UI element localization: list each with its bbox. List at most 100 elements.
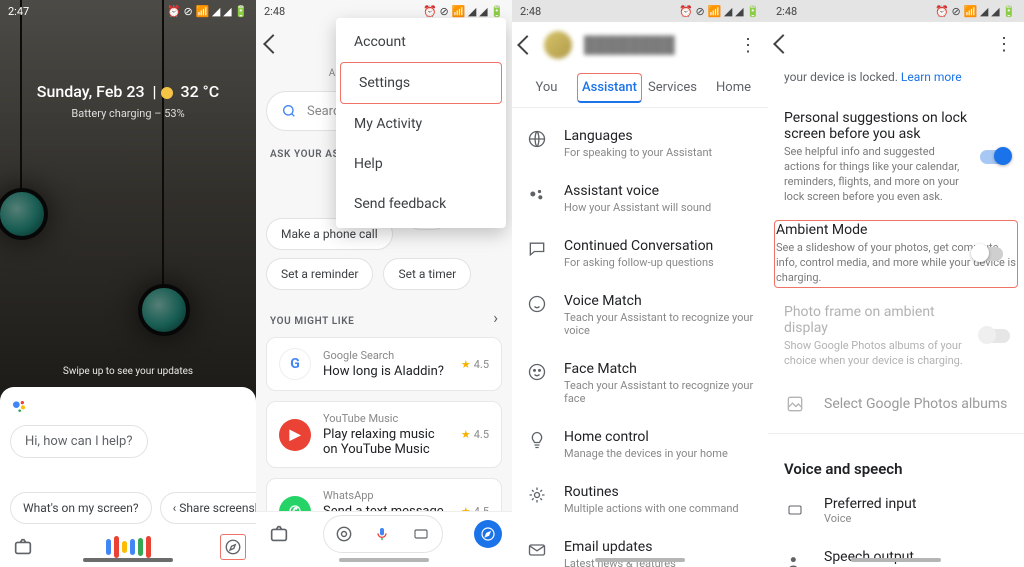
row-subtitle: Multiple actions with one command [564, 502, 739, 515]
assistant-logo [10, 397, 28, 415]
card-rating: ★4.5 [461, 428, 489, 441]
menu-account[interactable]: Account [336, 22, 506, 62]
section-voice-speech: Voice and speech [768, 440, 1024, 484]
routines-icon [526, 484, 548, 506]
overflow-menu: Account Settings My Activity Help Send f… [336, 18, 506, 228]
learn-more-link[interactable]: Learn more [901, 70, 962, 84]
updates-icon[interactable] [10, 534, 36, 560]
section-you-might-like[interactable]: YOU MIGHT LIKE › [256, 298, 512, 337]
toggle-personal-suggestions[interactable]: Personal suggestions on lock screen befo… [768, 98, 1024, 216]
updates-icon[interactable] [266, 521, 292, 547]
globe-icon [526, 128, 548, 150]
status-icons: ⏰ ⊘ 📶 ◢ ◢ 🔋 [167, 5, 248, 18]
more-button[interactable]: ⋮ [736, 35, 760, 56]
row-assistant-voice[interactable]: Assistant voiceHow your Assistant will s… [512, 171, 768, 226]
assistant-settings-list[interactable]: LanguagesFor speaking to your Assistant … [512, 108, 768, 567]
row-title: Speech output [824, 549, 914, 565]
row-languages[interactable]: LanguagesFor speaking to your Assistant [512, 116, 768, 171]
google-assistant-icon [11, 398, 27, 414]
row-subtitle: Voice [824, 512, 916, 525]
assistant-toolbar [10, 534, 246, 560]
youtube-music-icon: ▶ [279, 419, 311, 451]
yml-card-google-search[interactable]: G Google Search How long is Aladdin? ★4.… [266, 337, 502, 391]
switch-on[interactable] [980, 150, 1010, 164]
explore-pane: 2:48 ⏰ ⊘ 📶 ◢ ◢ 🔋 Explore About these sug… [256, 0, 512, 567]
status-bar: 2:47 ⏰ ⊘ 📶 ◢ ◢ 🔋 [0, 0, 256, 22]
chip-set-timer[interactable]: Set a timer [383, 258, 471, 290]
row-title: Personal suggestions on lock screen befo… [784, 110, 970, 142]
tab-home[interactable]: Home [703, 80, 764, 95]
compass-fab[interactable] [474, 520, 502, 548]
row-preferred-input[interactable]: Preferred inputVoice [768, 484, 1024, 537]
yml-card-youtube-music[interactable]: ▶ YouTube Music Play relaxing music on Y… [266, 401, 502, 468]
row-title: Ambient Mode [776, 222, 1016, 238]
greeting-text: Hi, how can I help? [10, 425, 148, 458]
row-title: Select Google Photos albums [824, 396, 1007, 412]
keyboard-icon [784, 499, 806, 521]
chip-share-screenshot[interactable]: ‹ Share screenshot [160, 492, 256, 524]
menu-help[interactable]: Help [336, 144, 506, 184]
menu-settings[interactable]: Settings [340, 62, 502, 104]
photos-icon [784, 393, 806, 415]
voice-icon [526, 183, 548, 205]
row-subtitle: How your Assistant will sound [564, 201, 711, 214]
row-subtitle: For speaking to your Assistant [564, 146, 712, 159]
settings-tabs: You Assistant Services Home [512, 68, 768, 108]
ambient-content: 2:47 ⏰ ⊘ 📶 ◢ ◢ 🔋 Sunday, Feb 23 | 32 °C … [0, 0, 256, 567]
menu-my-activity[interactable]: My Activity [336, 104, 506, 144]
face-icon [526, 361, 548, 383]
star-icon: ★ [461, 358, 471, 371]
switch-off[interactable] [973, 247, 1003, 261]
intro-text: your device is locked. Learn more [768, 66, 1024, 98]
assistant-input-pill[interactable] [323, 515, 443, 553]
keyboard-icon[interactable] [410, 526, 432, 542]
chat-icon [526, 238, 548, 260]
card-kicker: Google Search [323, 349, 449, 362]
lens-icon[interactable] [334, 524, 354, 544]
sun-icon [161, 87, 173, 99]
status-icons: ⏰ ⊘ 📶 ◢ ◢ 🔋 [935, 5, 1016, 18]
battery-status: Battery charging – 53% [0, 107, 256, 120]
profile-avatar[interactable] [544, 31, 572, 59]
voice-match-icon [526, 293, 548, 315]
compass-icon[interactable] [224, 537, 242, 557]
explore-button-highlight [220, 534, 246, 560]
chip-whats-on-screen[interactable]: What's on my screen? [10, 492, 152, 524]
row-speech-output[interactable]: Speech outputOn [768, 537, 1024, 567]
assistant-bottom-sheet[interactable]: Hi, how can I help? What's on my screen?… [0, 387, 256, 567]
row-home-control[interactable]: Home controlManage the devices in your h… [512, 417, 768, 472]
row-title: Voice Match [564, 293, 754, 309]
tab-assistant[interactable]: Assistant [577, 73, 642, 103]
tab-services[interactable]: Services [642, 80, 703, 95]
account-name-blurred: ████████ [584, 35, 736, 55]
back-button[interactable] [776, 37, 790, 51]
nav-pill[interactable] [83, 558, 173, 562]
row-title: Preferred input [824, 496, 916, 512]
tab-you[interactable]: You [516, 80, 577, 95]
mic-icon[interactable] [374, 524, 390, 544]
nav-pill[interactable] [595, 558, 685, 562]
row-title: Routines [564, 484, 739, 500]
status-bar: 2:48 ⏰ ⊘ 📶 ◢ ◢ 🔋 [768, 0, 1024, 22]
temperature: 32 °C [180, 82, 219, 101]
toggle-ambient-mode[interactable]: Ambient Mode See a slideshow of your pho… [774, 220, 1018, 288]
assistant-mic-button[interactable] [98, 536, 158, 558]
menu-send-feedback[interactable]: Send feedback [336, 184, 506, 224]
more-button[interactable]: ⋮ [992, 34, 1016, 55]
google-search-icon: G [279, 348, 311, 380]
row-routines[interactable]: Routines Multiple actions with one comman… [512, 472, 768, 527]
row-title: Face Match [564, 361, 754, 377]
card-title: How long is Aladdin? [323, 364, 449, 379]
chip-set-reminder[interactable]: Set a reminder [266, 258, 373, 290]
row-voice-match[interactable]: Voice MatchTeach your Assistant to recog… [512, 281, 768, 349]
chevron-right-icon: › [493, 308, 498, 327]
row-continued-conversation[interactable]: Continued ConversationFor asking follow-… [512, 226, 768, 281]
nav-pill[interactable] [851, 558, 941, 562]
back-button[interactable] [266, 37, 280, 51]
phone-appbar: ⋮ [768, 22, 1024, 66]
back-button[interactable] [520, 38, 534, 52]
nav-pill[interactable] [339, 558, 429, 562]
row-select-albums: Select Google Photos albums [768, 381, 1024, 427]
card-kicker: WhatsApp [323, 489, 449, 502]
row-face-match[interactable]: Face MatchTeach your Assistant to recogn… [512, 349, 768, 417]
